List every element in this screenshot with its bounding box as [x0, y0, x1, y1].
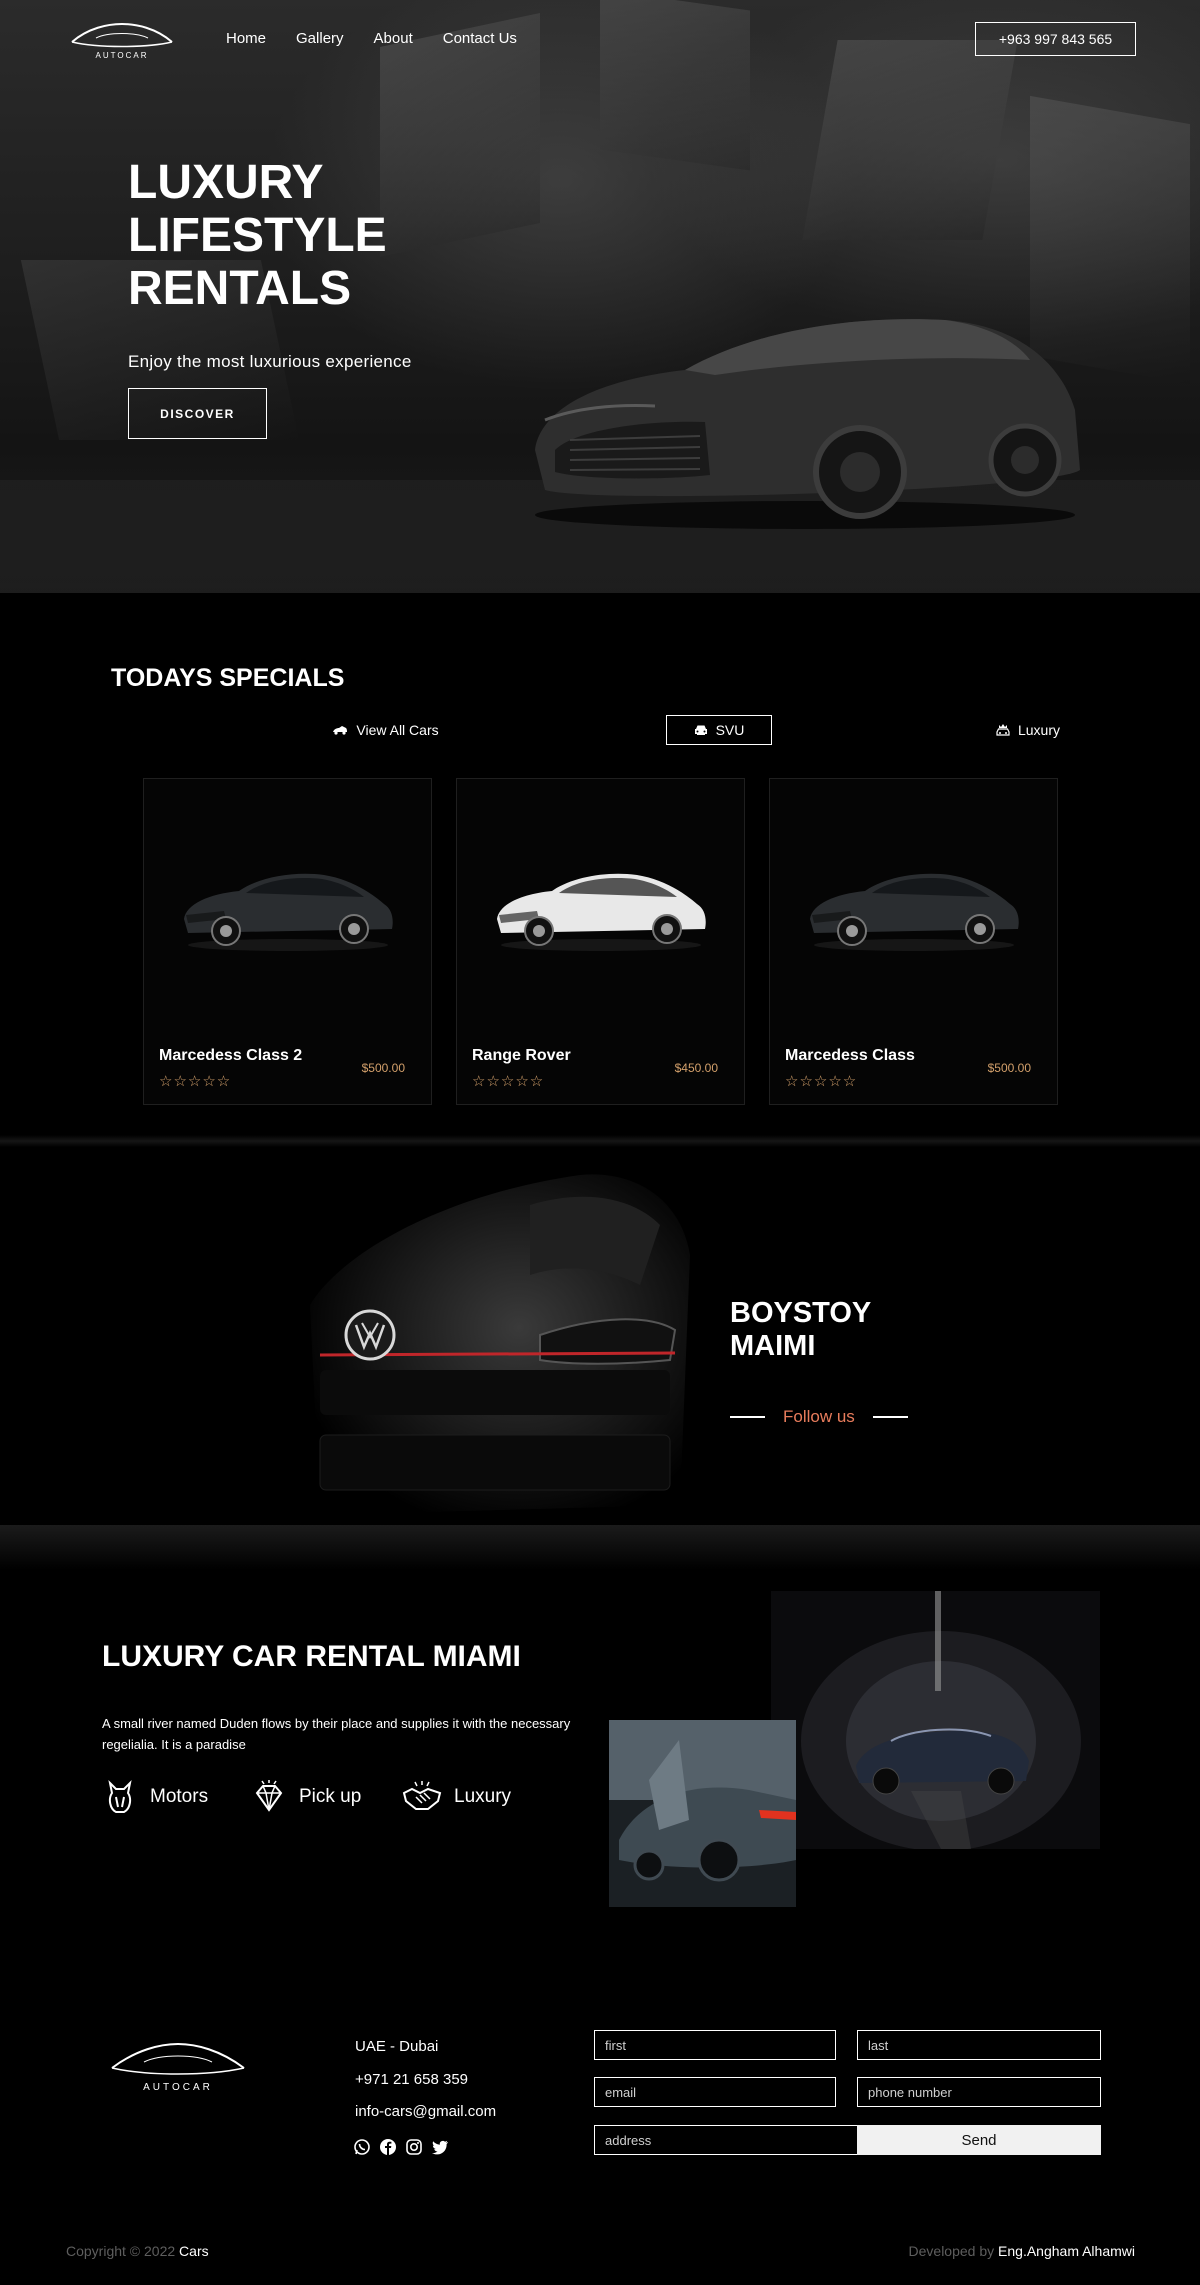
section-divider-band — [0, 1525, 1200, 1570]
section-divider — [0, 1135, 1200, 1147]
star-rating[interactable]: ☆☆☆☆☆ — [159, 1072, 231, 1090]
last-name-input[interactable] — [857, 2030, 1101, 2060]
top-navbar: AUTOCAR Home Gallery About Contact Us +9… — [0, 0, 1200, 80]
handshake-icon — [402, 1781, 442, 1810]
instagram-icon[interactable] — [405, 2138, 423, 2156]
boystoy-title-line: BOYSTOY — [730, 1297, 872, 1329]
discover-button[interactable]: DISCOVER — [128, 388, 267, 439]
filter-svu[interactable]: SVU — [666, 715, 772, 745]
nav-link-gallery[interactable]: Gallery — [296, 30, 344, 47]
filter-label: Luxury — [1017, 722, 1061, 738]
svg-text:AUTOCAR: AUTOCAR — [143, 2082, 213, 2093]
feature-motors: Motors — [102, 1779, 208, 1815]
nav-link-about[interactable]: About — [374, 30, 413, 47]
luxury-car-icon — [996, 724, 1010, 736]
email-input[interactable] — [594, 2077, 836, 2107]
developer-credit: Developed by Eng.Angham Alhamwi — [909, 2243, 1135, 2259]
hero-section: AUTOCAR Home Gallery About Contact Us +9… — [0, 0, 1200, 593]
car-card[interactable]: Marcedess Class $500.00 ☆☆☆☆☆ — [769, 778, 1058, 1105]
car-image — [184, 873, 393, 951]
nav-links: Home Gallery About Contact Us — [226, 30, 517, 47]
feature-label: Motors — [150, 1786, 209, 1807]
nav-link-home[interactable]: Home — [226, 30, 266, 47]
follow-line-left — [730, 1416, 765, 1418]
copyright-brand[interactable]: Cars — [179, 2243, 209, 2259]
car-price: $500.00 — [987, 1061, 1031, 1075]
horse-head-icon — [108, 1779, 132, 1813]
star-rating[interactable]: ☆☆☆☆☆ — [785, 1072, 857, 1090]
nav-link-contact[interactable]: Contact Us — [443, 30, 517, 47]
car-image — [497, 873, 706, 951]
star-rating[interactable]: ☆☆☆☆☆ — [472, 1072, 544, 1090]
developer-name[interactable]: Eng.Angham Alhamwi — [998, 2243, 1135, 2259]
car-name[interactable]: Range Rover — [472, 1047, 571, 1065]
diamond-icon — [255, 1780, 283, 1812]
specials-title: TODAYS SPECIALS — [111, 664, 345, 692]
copyright: Copyright © 2022 Cars — [66, 2243, 209, 2259]
sports-car-image — [535, 319, 1080, 529]
phone-number-input[interactable] — [857, 2077, 1101, 2107]
first-name-input[interactable] — [594, 2030, 836, 2060]
car-card[interactable]: Range Rover $450.00 ☆☆☆☆☆ — [456, 778, 745, 1105]
hero-subtitle: Enjoy the most luxurious experience — [128, 352, 412, 371]
open-door-car-photo — [609, 1720, 796, 1907]
rental-title: LUXURY CAR RENTAL MIAMI — [102, 1640, 521, 1673]
footer-autocar-logo[interactable]: AUTOCAR — [108, 2036, 248, 2094]
feature-pickup: Pick up — [251, 1779, 361, 1815]
copyright-prefix: Copyright © 2022 — [66, 2243, 176, 2259]
car-image — [810, 873, 1019, 951]
vw-car-image — [310, 1174, 690, 1515]
feature-luxury: Luxury — [402, 1779, 511, 1815]
footer-location: UAE - Dubai — [355, 2038, 439, 2055]
car-front-icon — [694, 725, 707, 735]
svg-text:AUTOCAR: AUTOCAR — [96, 51, 149, 60]
feature-label: Pick up — [299, 1786, 362, 1807]
autocar-logo[interactable]: AUTOCAR — [68, 18, 176, 62]
filter-view-all[interactable]: View All Cars — [318, 715, 453, 745]
footer-email[interactable]: info-cars@gmail.com — [355, 2103, 496, 2120]
footer-phone[interactable]: +971 21 658 359 — [355, 2071, 468, 2088]
address-input[interactable] — [594, 2125, 858, 2155]
car-price: $500.00 — [361, 1061, 405, 1075]
boystoy-title: BOYSTOY MAIMI — [730, 1297, 871, 1363]
tunnel-car-photo — [771, 1591, 1100, 1849]
car-icon — [333, 726, 348, 735]
car-price: $450.00 — [674, 1061, 718, 1075]
rental-description: A small river named Duden flows by their… — [102, 1716, 571, 1752]
phone-button[interactable]: +963 997 843 565 — [975, 22, 1136, 56]
filter-luxury[interactable]: Luxury — [983, 715, 1073, 745]
whatsapp-icon[interactable] — [353, 2138, 371, 2156]
social-links — [353, 2138, 449, 2156]
boystoy-title-line: MAIMI — [730, 1330, 816, 1362]
car-name[interactable]: Marcedess Class 2 — [159, 1047, 302, 1065]
developer-prefix: Developed by — [908, 2243, 995, 2259]
filter-label: View All Cars — [356, 722, 439, 738]
send-button[interactable]: Send — [857, 2125, 1101, 2155]
car-card[interactable]: Marcedess Class 2 $500.00 ☆☆☆☆☆ — [143, 778, 432, 1105]
filter-label: SVU — [715, 722, 745, 738]
twitter-icon[interactable] — [431, 2138, 449, 2156]
hero-title: LUXURY LIFESTYLE RENTALS — [128, 156, 387, 315]
facebook-icon[interactable] — [379, 2138, 397, 2156]
follow-us[interactable]: Follow us — [730, 1407, 908, 1427]
follow-line-right — [872, 1416, 908, 1418]
car-name[interactable]: Marcedess Class — [785, 1047, 915, 1065]
follow-us-label[interactable]: Follow us — [783, 1407, 855, 1427]
feature-label: Luxury — [454, 1786, 512, 1807]
